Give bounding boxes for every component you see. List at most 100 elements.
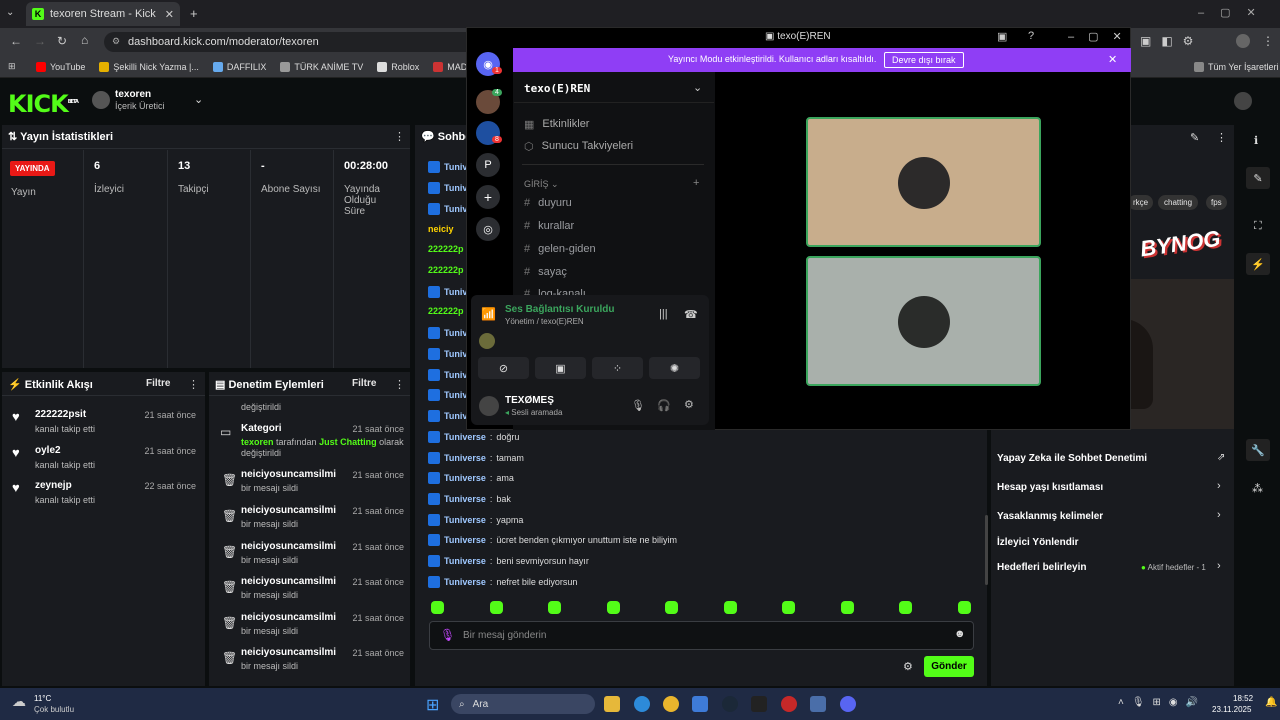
- reload-icon[interactable]: ↻: [57, 34, 67, 48]
- channel-item[interactable]: # kurallar: [524, 220, 574, 232]
- soundboard-icon[interactable]: ✺: [649, 357, 700, 379]
- weather-icon[interactable]: ☁: [12, 693, 26, 710]
- apps-grid-icon[interactable]: ⊞: [8, 61, 16, 72]
- ai-moderation-item[interactable]: Yapay Zeka ile Sohbet Denetimi: [997, 453, 1147, 464]
- browser-tab[interactable]: K texoren Stream - Kick Dashboa ✕: [26, 2, 180, 26]
- forward-icon[interactable]: →: [34, 34, 46, 48]
- close-banner-icon[interactable]: ✕: [1108, 53, 1117, 66]
- epic-games-icon[interactable]: [751, 696, 767, 712]
- lightning-icon[interactable]: ⚡: [1246, 253, 1270, 275]
- notification-icon[interactable]: 🔔: [1265, 697, 1277, 708]
- activities-icon[interactable]: ⁘: [592, 357, 643, 379]
- disable-streamer-mode-button[interactable]: Devre dışı bırak: [884, 52, 964, 68]
- chevron-right-icon[interactable]: ›: [1217, 480, 1221, 492]
- headphones-icon[interactable]: 🎧: [657, 399, 671, 412]
- discord-taskbar-icon[interactable]: [840, 696, 856, 712]
- bookmark-turkanime[interactable]: TÜRK ANİME TV: [280, 61, 363, 72]
- chat-scrollbar[interactable]: [985, 515, 988, 585]
- chat-input[interactable]: 🎙 Bir mesaj gönderin ☻: [429, 621, 974, 650]
- account-age-item[interactable]: Hesap yaşı kısıtlaması: [997, 482, 1103, 493]
- home-icon[interactable]: ⌂: [81, 33, 88, 47]
- edge-icon[interactable]: [634, 696, 650, 712]
- channel-item[interactable]: # gelen-giden: [524, 243, 596, 255]
- file-explorer-icon[interactable]: [604, 696, 620, 712]
- channel-dropdown-icon[interactable]: ⌄: [194, 93, 203, 106]
- category-label[interactable]: GİRİŞ ⌄: [524, 179, 559, 190]
- apps-icon[interactable]: ⁂: [1252, 482, 1263, 495]
- bookmark-roblox[interactable]: Roblox: [377, 61, 419, 72]
- emote-icon[interactable]: [490, 601, 503, 614]
- store-icon[interactable]: [692, 696, 708, 712]
- close-tab-icon[interactable]: ✕: [165, 8, 174, 21]
- emote-icon[interactable]: [607, 601, 620, 614]
- extension-icons[interactable]: ▣◧⚙: [1140, 34, 1203, 48]
- server-menu-chevron-icon[interactable]: ⌄: [693, 81, 702, 94]
- voice-tile[interactable]: [806, 256, 1041, 386]
- activity-menu-icon[interactable]: ⋮: [188, 378, 199, 391]
- emote-icon[interactable]: [548, 601, 561, 614]
- chrome-icon[interactable]: [663, 696, 679, 712]
- site-info-icon[interactable]: ⚙: [112, 36, 120, 47]
- pencil-tool-icon[interactable]: ✎: [1246, 167, 1270, 189]
- stats-menu-icon[interactable]: ⋮: [394, 130, 405, 143]
- help-icon[interactable]: ?: [1028, 30, 1034, 42]
- screen-share-icon[interactable]: ▣: [997, 30, 1007, 43]
- mic-toggle-icon[interactable]: 🎙: [631, 399, 645, 412]
- emote-icon[interactable]: [899, 601, 912, 614]
- start-icon[interactable]: ⊞: [426, 695, 439, 715]
- bookmark-nick[interactable]: Şekilli Nick Yazma |...: [99, 61, 199, 72]
- server-name[interactable]: texo(E)REN: [524, 82, 590, 95]
- screen-share-button-icon[interactable]: ▣: [535, 357, 586, 379]
- edit-icon[interactable]: ✎: [1190, 131, 1199, 144]
- taskbar-search[interactable]: ⌕ Ara: [451, 694, 595, 714]
- server-icon[interactable]: P: [476, 153, 500, 177]
- channel-item[interactable]: # sayaç: [524, 266, 567, 278]
- all-bookmarks[interactable]: Tüm Yer İşaretleri: [1194, 62, 1279, 72]
- channel-item[interactable]: # duyuru: [524, 197, 572, 209]
- info-icon[interactable]: ℹ: [1254, 134, 1258, 147]
- add-server-icon[interactable]: +: [476, 185, 500, 209]
- discord-window-controls[interactable]: –▢✕: [1068, 30, 1136, 43]
- discover-icon[interactable]: ◎: [476, 217, 500, 241]
- bookmark-daffilix[interactable]: DAFFILIX: [212, 61, 266, 72]
- emote-icon[interactable]: [958, 601, 971, 614]
- wrench-icon[interactable]: 🔧: [1246, 439, 1270, 461]
- events-item[interactable]: ▦ Etkinlikler: [524, 118, 589, 131]
- banned-words-item[interactable]: Yasaklanmış kelimeler: [997, 511, 1103, 522]
- raid-item[interactable]: İzleyici Yönlendir: [997, 537, 1079, 548]
- chevron-right-icon[interactable]: ›: [1217, 509, 1221, 521]
- steam-icon[interactable]: [722, 696, 738, 712]
- bookmark-youtube[interactable]: YouTube: [36, 61, 85, 72]
- user-settings-icon[interactable]: ⚙: [684, 398, 694, 411]
- user-avatar[interactable]: [1234, 92, 1252, 110]
- emote-icon[interactable]: [782, 601, 795, 614]
- profile-avatar[interactable]: [1236, 34, 1250, 48]
- voice-tile-speaking[interactable]: [806, 117, 1041, 247]
- tab-list-icon[interactable]: ⌄: [6, 7, 14, 18]
- activity-filter-button[interactable]: Filtre: [146, 378, 170, 389]
- emote-icon[interactable]: [431, 601, 444, 614]
- emoji-icon[interactable]: ☻: [954, 628, 966, 640]
- camera-off-icon[interactable]: ⊘: [478, 357, 529, 379]
- goals-item[interactable]: Hedefleri belirleyin: [997, 562, 1086, 573]
- moderation-filter-button[interactable]: Filtre: [352, 378, 376, 389]
- new-tab-icon[interactable]: +: [190, 6, 198, 21]
- boosts-item[interactable]: ⬡ Sunucu Takviyeleri: [524, 140, 633, 153]
- emote-icon[interactable]: [841, 601, 854, 614]
- send-button[interactable]: Gönder: [924, 656, 974, 677]
- moderation-menu-icon[interactable]: ⋮: [394, 378, 405, 391]
- emote-icon[interactable]: [665, 601, 678, 614]
- emote-icon[interactable]: [724, 601, 737, 614]
- window-controls[interactable]: –▢✕: [1198, 6, 1272, 19]
- noise-icon[interactable]: |||: [659, 308, 668, 320]
- expand-icon[interactable]: ⛶: [1254, 220, 1262, 233]
- chevron-right-icon[interactable]: ›: [1217, 560, 1221, 572]
- external-link-icon[interactable]: ⇗: [1217, 452, 1225, 463]
- signal-icon[interactable]: 📶: [481, 307, 496, 321]
- menu-icon[interactable]: ⋮: [1262, 34, 1274, 48]
- chat-settings-icon[interactable]: ⚙: [903, 660, 913, 673]
- kick-logo[interactable]: KICKBETA: [8, 90, 79, 118]
- panel-menu-icon[interactable]: ⋮: [1216, 131, 1227, 144]
- app-icon[interactable]: [781, 696, 797, 712]
- app-icon[interactable]: [810, 696, 826, 712]
